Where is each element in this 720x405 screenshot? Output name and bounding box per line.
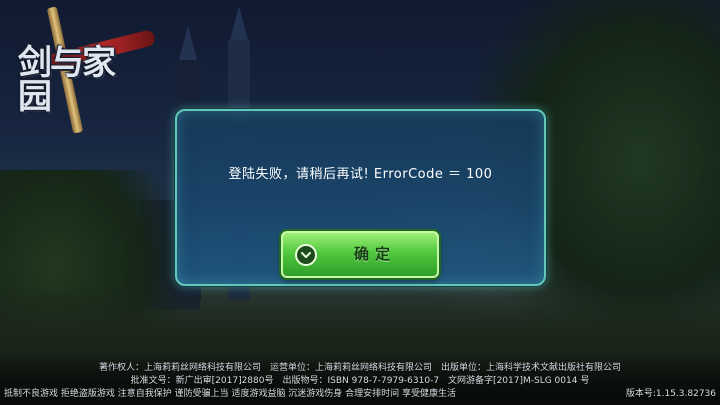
confirm-button-label: 确定: [353, 245, 396, 263]
error-dialog: 登陆失败，请稍后再试! ErrorCode ＝ 100 确定: [175, 109, 546, 286]
version-label: 版本号:1.15.3.82736: [625, 389, 716, 399]
error-message: 登陆失败，请稍后再试! ErrorCode ＝ 100: [228, 167, 493, 182]
confirm-button[interactable]: 确定: [281, 231, 439, 278]
logo-title: 剑与家园: [18, 43, 116, 117]
copyright-line: 著作权人：上海莉莉丝网络科技有限公司 运营单位：上海莉莉丝网络科技有限公司 出版…: [98, 363, 621, 373]
approval-line: 批准文号：新广出审[2017]2880号 出版物号：ISBN 978-7-797…: [130, 376, 590, 386]
chevron-down-circle-icon: [295, 244, 317, 266]
health-notice: 抵制不良游戏 拒绝盗版游戏 注意自我保护 谨防受骗上当 适度游戏益脑 沉迷游戏伤…: [4, 389, 457, 399]
footer: 著作权人：上海莉莉丝网络科技有限公司 运营单位：上海莉莉丝网络科技有限公司 出版…: [0, 351, 720, 405]
game-logo: 剑与家园: [6, 6, 157, 136]
